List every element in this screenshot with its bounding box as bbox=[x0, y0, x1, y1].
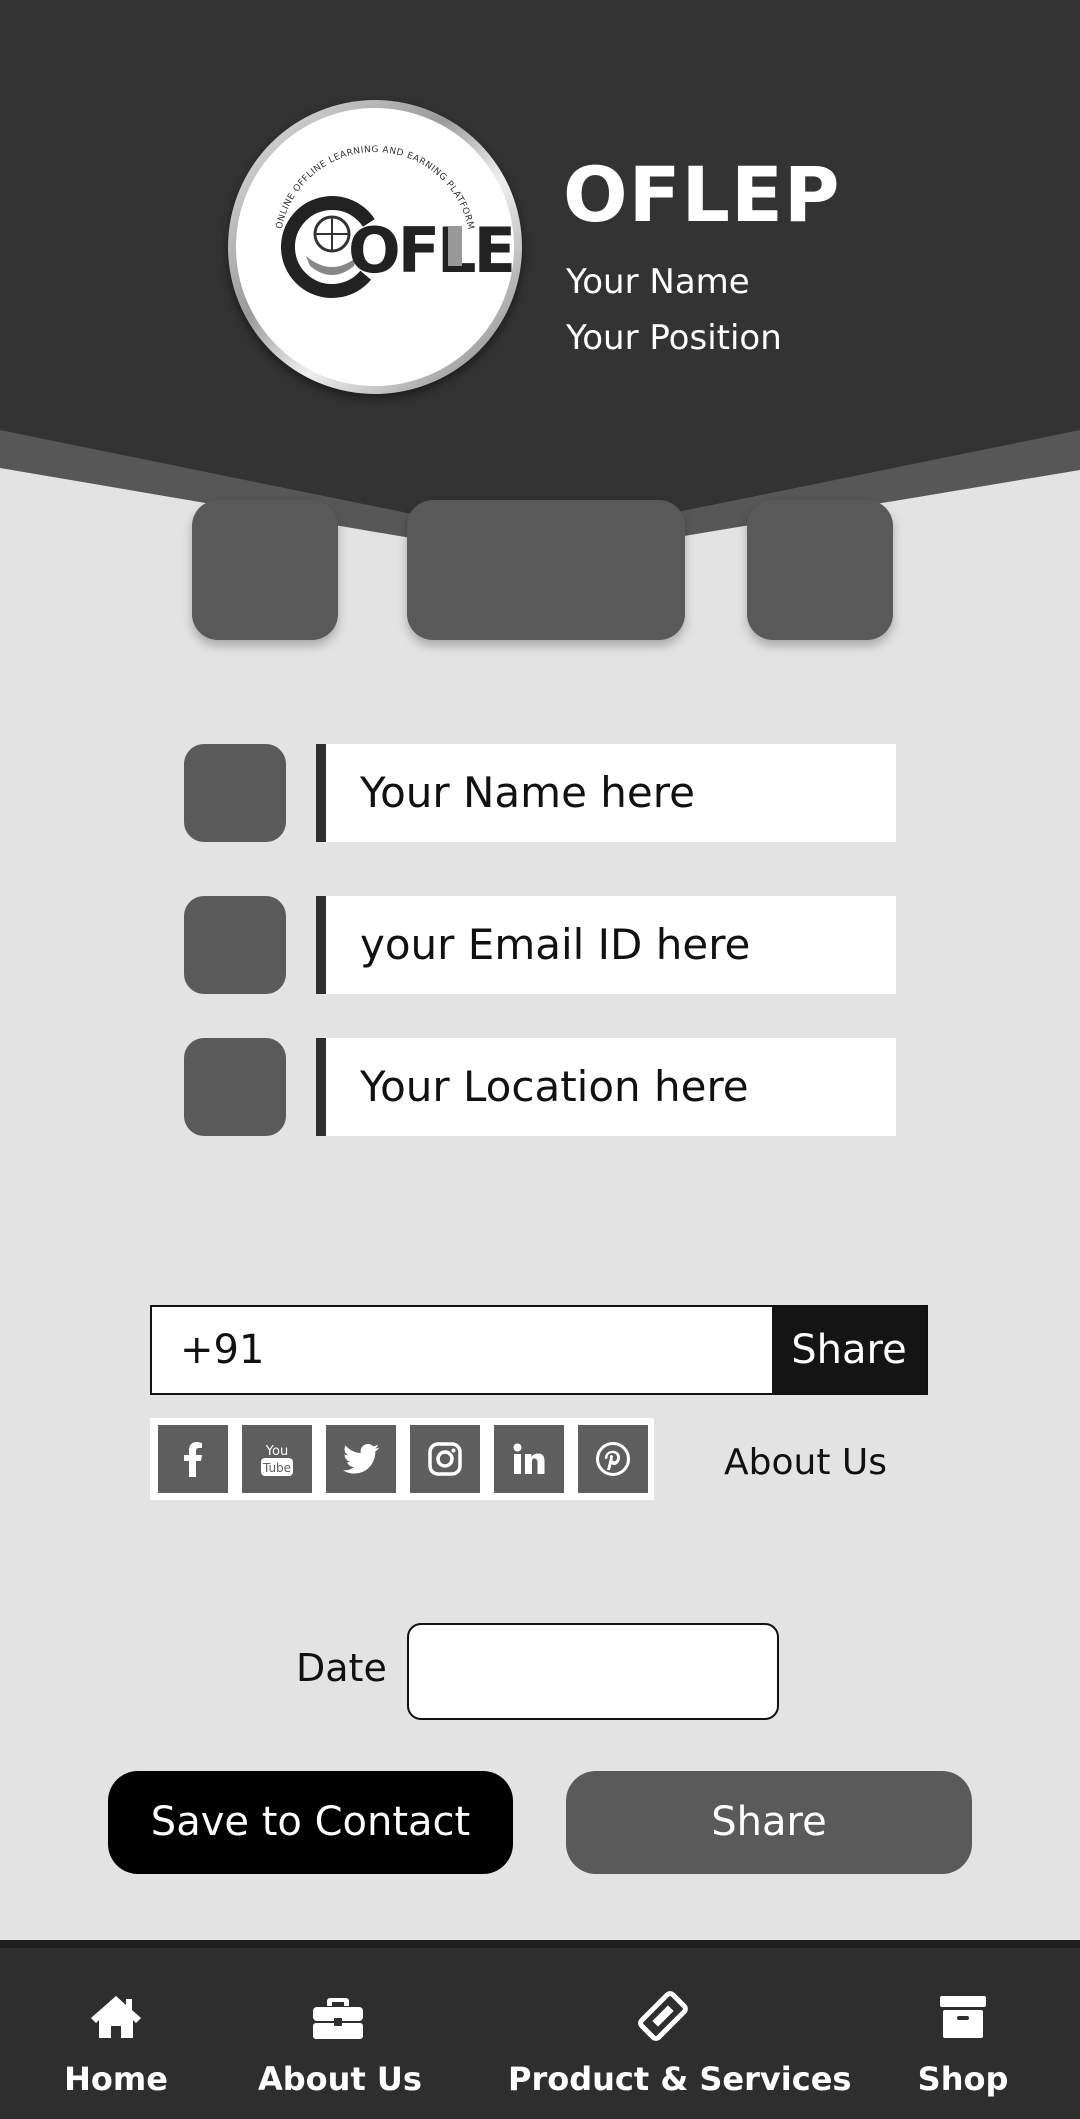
nav-item-home[interactable]: Home bbox=[56, 1948, 176, 2119]
logo: ONLINE OFFLINE LEARNING AND EARNING PLAT… bbox=[228, 100, 522, 394]
email-field-value: your Email ID here bbox=[360, 920, 751, 969]
youtube-icon[interactable]: You Tube bbox=[242, 1425, 312, 1493]
instagram-icon[interactable] bbox=[410, 1425, 480, 1493]
date-input[interactable] bbox=[407, 1623, 779, 1720]
twitter-icon[interactable] bbox=[326, 1425, 396, 1493]
brand-title: OFLEP bbox=[563, 150, 841, 239]
briefcase-icon bbox=[313, 1998, 363, 2039]
svg-text:Tube: Tube bbox=[262, 1461, 291, 1475]
home-icon bbox=[91, 1996, 141, 2038]
pinterest-icon[interactable] bbox=[578, 1425, 648, 1493]
nav-item-about-us[interactable]: About Us bbox=[258, 1948, 422, 2119]
logo-text: OFLEP bbox=[348, 214, 514, 287]
quick-action-tile-right[interactable] bbox=[747, 500, 893, 640]
header-background bbox=[0, 0, 1080, 560]
logo-face: ONLINE OFFLINE LEARNING AND EARNING PLAT… bbox=[236, 108, 514, 386]
ticket-icon bbox=[638, 1991, 688, 2041]
quick-action-tile-center[interactable] bbox=[407, 500, 685, 640]
email-field[interactable]: your Email ID here bbox=[316, 896, 896, 994]
email-icon bbox=[184, 896, 286, 994]
nav-item-shop[interactable]: Shop bbox=[908, 1948, 1018, 2119]
location-field-value: Your Location here bbox=[360, 1062, 749, 1111]
name-field[interactable]: Your Name here bbox=[316, 744, 896, 842]
nav-label-about-us: About Us bbox=[258, 2060, 422, 2098]
about-us-link[interactable]: About Us bbox=[724, 1442, 887, 1483]
quick-action-tile-left[interactable] bbox=[192, 500, 338, 640]
name-field-value: Your Name here bbox=[360, 768, 695, 817]
location-icon bbox=[184, 1038, 286, 1136]
oflep-logo-mark: ONLINE OFFLINE LEARNING AND EARNING PLAT… bbox=[275, 145, 514, 298]
phone-share-button[interactable]: Share bbox=[772, 1307, 926, 1393]
social-links: You Tube bbox=[150, 1418, 654, 1500]
linkedin-icon[interactable] bbox=[494, 1425, 564, 1493]
bottom-navigation: Home About Us Product & Services Shop bbox=[0, 1940, 1080, 2119]
profile-name: Your Name bbox=[566, 262, 750, 302]
nav-item-product-services[interactable]: Product & Services bbox=[508, 1948, 852, 2119]
save-to-contact-button[interactable]: Save to Contact bbox=[108, 1771, 513, 1874]
nav-label-home: Home bbox=[64, 2060, 168, 2098]
user-icon bbox=[184, 744, 286, 842]
phone-share-group: Share bbox=[150, 1305, 928, 1395]
archive-box-icon bbox=[940, 1996, 986, 2038]
share-button[interactable]: Share bbox=[566, 1771, 972, 1874]
date-label: Date bbox=[296, 1646, 387, 1690]
nav-label-product-services: Product & Services bbox=[508, 2060, 852, 2098]
location-field[interactable]: Your Location here bbox=[316, 1038, 896, 1136]
phone-input[interactable] bbox=[152, 1307, 772, 1393]
profile-position: Your Position bbox=[566, 318, 782, 358]
svg-text:You: You bbox=[265, 1444, 288, 1459]
nav-label-shop: Shop bbox=[917, 2060, 1009, 2098]
facebook-icon[interactable] bbox=[158, 1425, 228, 1493]
